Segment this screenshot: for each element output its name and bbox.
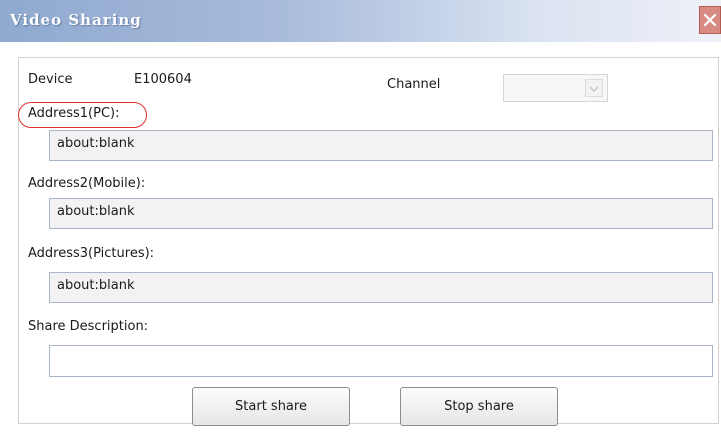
stop-share-button[interactable]: Stop share [400,387,558,426]
address3-label: Address3(Pictures): [28,246,155,261]
share-description-input[interactable] [49,345,713,377]
chevron-down-icon [589,81,599,96]
address2-label: Address2(Mobile): [28,176,146,191]
start-share-button[interactable]: Start share [192,387,350,426]
close-button[interactable] [699,6,721,34]
device-value: E100604 [134,72,192,87]
address3-field[interactable]: about:blank [49,272,713,303]
device-label: Device [28,72,73,87]
address2-field[interactable]: about:blank [49,198,713,229]
address1-label: Address1(PC): [28,106,120,121]
video-sharing-dialog: Video Sharing Device E100604 Channel Add… [0,0,721,446]
channel-select[interactable] [503,74,608,102]
channel-dropdown-button[interactable] [585,79,603,97]
address1-field[interactable]: about:blank [49,130,713,161]
window-title: Video Sharing [10,11,142,29]
channel-label: Channel [387,77,441,92]
close-icon [703,13,717,27]
share-description-label: Share Description: [28,319,149,334]
title-bar[interactable]: Video Sharing [0,0,721,42]
